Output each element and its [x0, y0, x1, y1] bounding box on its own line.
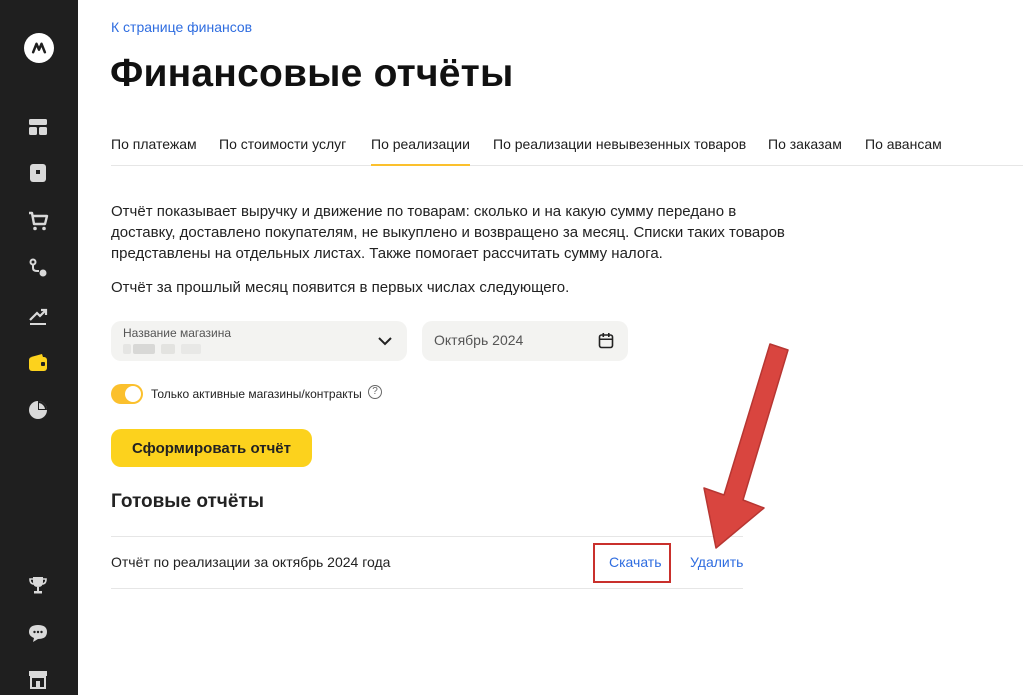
- trophy-icon[interactable]: [25, 572, 51, 598]
- main-content: К странице финансов Финансовые отчёты По…: [78, 0, 1024, 695]
- sidebar: [0, 0, 78, 695]
- products-icon[interactable]: [25, 160, 51, 186]
- market-logo-icon[interactable]: [24, 33, 54, 63]
- active-only-label: Только активные магазины/контракты: [151, 387, 362, 401]
- store-select[interactable]: Название магазина: [111, 321, 407, 361]
- download-link[interactable]: Скачать: [609, 554, 662, 570]
- ready-reports-title: Готовые отчёты: [111, 491, 264, 512]
- chevron-down-icon: [378, 337, 392, 346]
- tab-orders[interactable]: По заказам: [768, 136, 842, 166]
- store-name-redacted: [133, 344, 155, 354]
- active-only-toggle[interactable]: [111, 384, 143, 404]
- growth-icon[interactable]: [25, 303, 51, 329]
- report-name: Отчёт по реализации за октябрь 2024 года: [111, 554, 391, 570]
- dashboard-icon[interactable]: [25, 114, 51, 140]
- toggle-knob: [125, 386, 141, 402]
- back-to-finance-link[interactable]: К странице финансов: [111, 19, 252, 35]
- generate-report-button[interactable]: Сформировать отчёт: [111, 429, 312, 467]
- report-tabs: По платежам По стоимости услуг По реализ…: [111, 128, 1023, 166]
- report-schedule-note: Отчёт за прошлый месяц появится в первых…: [111, 279, 570, 296]
- report-description: Отчёт показывает выручку и движение по т…: [111, 203, 785, 262]
- delete-link[interactable]: Удалить: [690, 554, 743, 570]
- store-icon[interactable]: [25, 666, 51, 692]
- help-icon[interactable]: ?: [368, 385, 382, 399]
- calendar-icon: [598, 333, 614, 349]
- store-select-label: Название магазина: [123, 326, 232, 340]
- store-name-redacted: [123, 344, 131, 354]
- analytics-pie-icon[interactable]: [25, 397, 51, 423]
- page-title: Финансовые отчёты: [110, 52, 514, 95]
- store-name-redacted: [181, 344, 201, 354]
- tab-payments[interactable]: По платежам: [111, 136, 197, 166]
- period-picker[interactable]: Октябрь 2024: [422, 321, 628, 361]
- tab-advances[interactable]: По авансам: [865, 136, 942, 166]
- period-value: Октябрь 2024: [434, 332, 524, 348]
- tab-realization[interactable]: По реализации: [371, 136, 470, 166]
- logistics-icon[interactable]: [25, 255, 51, 281]
- tab-unshipped-realization[interactable]: По реализации невывезенных товаров: [493, 136, 746, 166]
- tab-service-cost[interactable]: По стоимости услуг: [219, 136, 346, 166]
- finance-wallet-icon[interactable]: [25, 350, 51, 376]
- annotation-arrow: [703, 343, 789, 549]
- chat-icon[interactable]: [25, 620, 51, 646]
- cart-icon[interactable]: [25, 208, 51, 234]
- store-name-redacted: [161, 344, 175, 354]
